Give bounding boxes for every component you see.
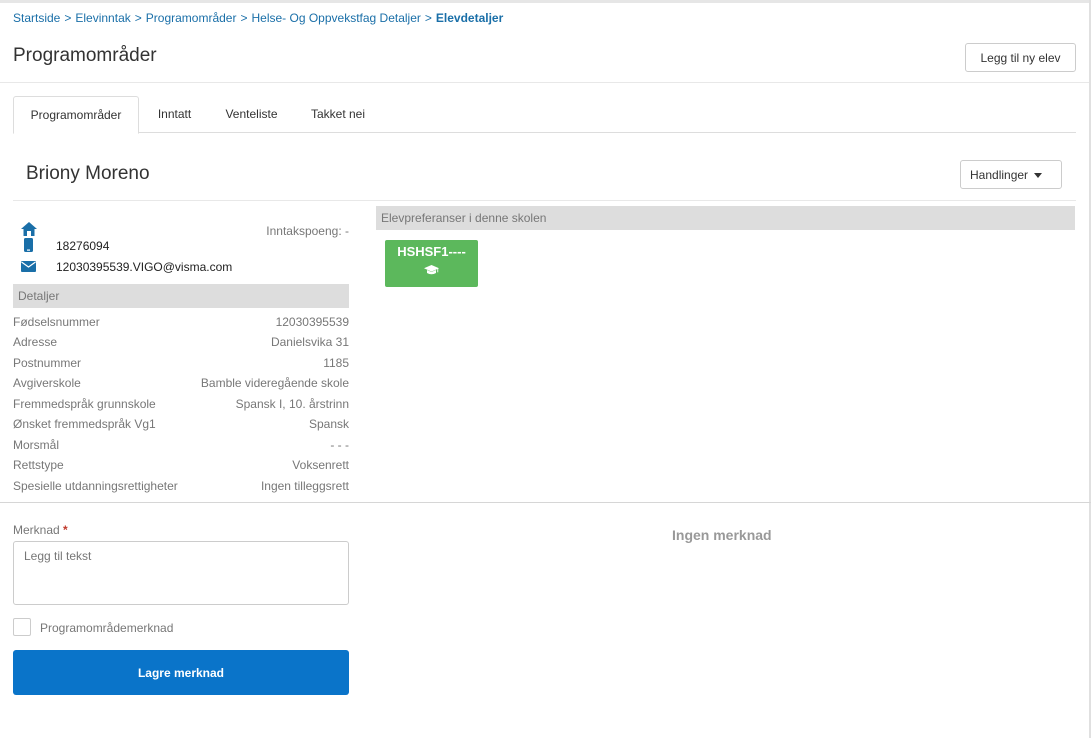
detail-value: Danielsvika 31 [270,335,349,349]
tab-takket-nei[interactable]: Takket nei [300,96,376,133]
detail-value: - - - [330,438,349,452]
breadcrumb-separator: > [240,11,248,25]
detail-row: Postnummer 1185 [13,356,349,376]
detail-label: Morsmål [13,438,60,452]
detail-label: Adresse [13,335,58,349]
detail-row: Avgiverskole Bamble videregående skole [13,376,349,396]
detail-row: Rettstype Voksenrett [13,458,349,478]
save-note-button[interactable]: Lagre merknad [13,650,349,695]
breadcrumb-programomrader[interactable]: Programområder [146,11,237,25]
note-input[interactable] [13,541,349,605]
graduation-cap-icon [385,265,478,275]
detail-label: Postnummer [13,356,82,370]
tab-bar: Programområder Inntatt Venteliste Takket… [13,96,1076,134]
student-phone: 18276094 [56,239,110,253]
detail-row: Spesielle utdanningsrettigheter Ingen til… [13,479,349,499]
note-label-text: Merknad [13,523,60,537]
no-note-text: Ingen merknad [672,527,772,543]
program-card[interactable]: HSHSF1---- [385,240,478,287]
note-label: Merknad * [13,523,68,537]
breadcrumb-startside[interactable]: Startside [13,11,60,25]
required-mark: * [63,523,68,537]
detail-label: Rettstype [13,458,64,472]
home-icon [21,222,37,236]
detail-label: Fødselsnummer [13,315,100,329]
intake-points: Inntakspoeng: - [266,224,349,238]
actions-label: Handlinger [970,167,1029,182]
detail-value: Voksenrett [292,458,349,472]
detail-label: Ønsket fremmedspråk Vg1 [13,417,156,431]
detail-value: Spansk I, 10. årstrinn [235,397,349,411]
divider [0,502,1091,503]
tab-inntatt[interactable]: Inntatt [145,96,204,133]
tab-programomrader[interactable]: Programområder [13,96,139,134]
mobile-phone-icon [24,238,34,252]
detail-row: Adresse Danielsvika 31 [13,335,349,355]
tab-venteliste[interactable]: Venteliste [213,96,290,133]
program-note-checkbox[interactable] [13,618,31,636]
detail-label: Fremmedspråk grunnskole [13,397,156,411]
detail-value: Ingen tilleggsrett [260,479,349,493]
details-heading: Detaljer [13,284,349,308]
preferences-heading: Elevpreferanser i denne skolen [376,206,1075,230]
divider [13,200,1076,201]
detail-row: Ønsket fremmedspråk Vg1 Spansk [13,417,349,437]
detail-row: Fødselsnummer 12030395539 [13,315,349,335]
add-student-button[interactable]: Legg til ny elev [965,43,1076,72]
envelope-icon [21,261,37,275]
program-code: HSHSF1---- [397,244,466,259]
detail-value: Bamble videregående skole [200,376,349,390]
detail-value: Spansk [308,417,349,431]
breadcrumb-elevinntak[interactable]: Elevinntak [75,11,130,25]
breadcrumb-separator: > [424,11,432,25]
student-name: Briony Moreno [26,163,150,184]
program-note-checkbox-label[interactable]: Programområdemerknad [40,621,173,635]
detail-value: 1185 [323,356,349,370]
detail-row: Morsmål - - - [13,438,349,458]
student-email[interactable]: 12030395539.VIGO@visma.com [56,260,232,274]
breadcrumb-helse-detaljer[interactable]: Helse- Og Oppvekstfag Detaljer [251,11,420,25]
breadcrumb-separator: > [64,11,72,25]
actions-dropdown-button[interactable]: Handlinger [960,160,1062,189]
detail-label: Avgiverskole [13,376,81,390]
detail-label: Spesielle utdanningsrettigheter [13,479,178,493]
detail-row: Fremmedspråk grunnskole Spansk I, 10. års… [13,397,349,417]
top-border [0,0,1091,3]
detail-value: 12030395539 [275,315,349,329]
breadcrumb-separator: > [134,11,142,25]
caret-down-icon [1034,172,1043,178]
breadcrumb-current: Elevdetaljer [435,11,504,25]
divider [0,82,1089,83]
breadcrumb: Startside > Elevinntak > Programområder > Hels… [13,11,503,25]
page-title: Programområder [13,45,157,66]
